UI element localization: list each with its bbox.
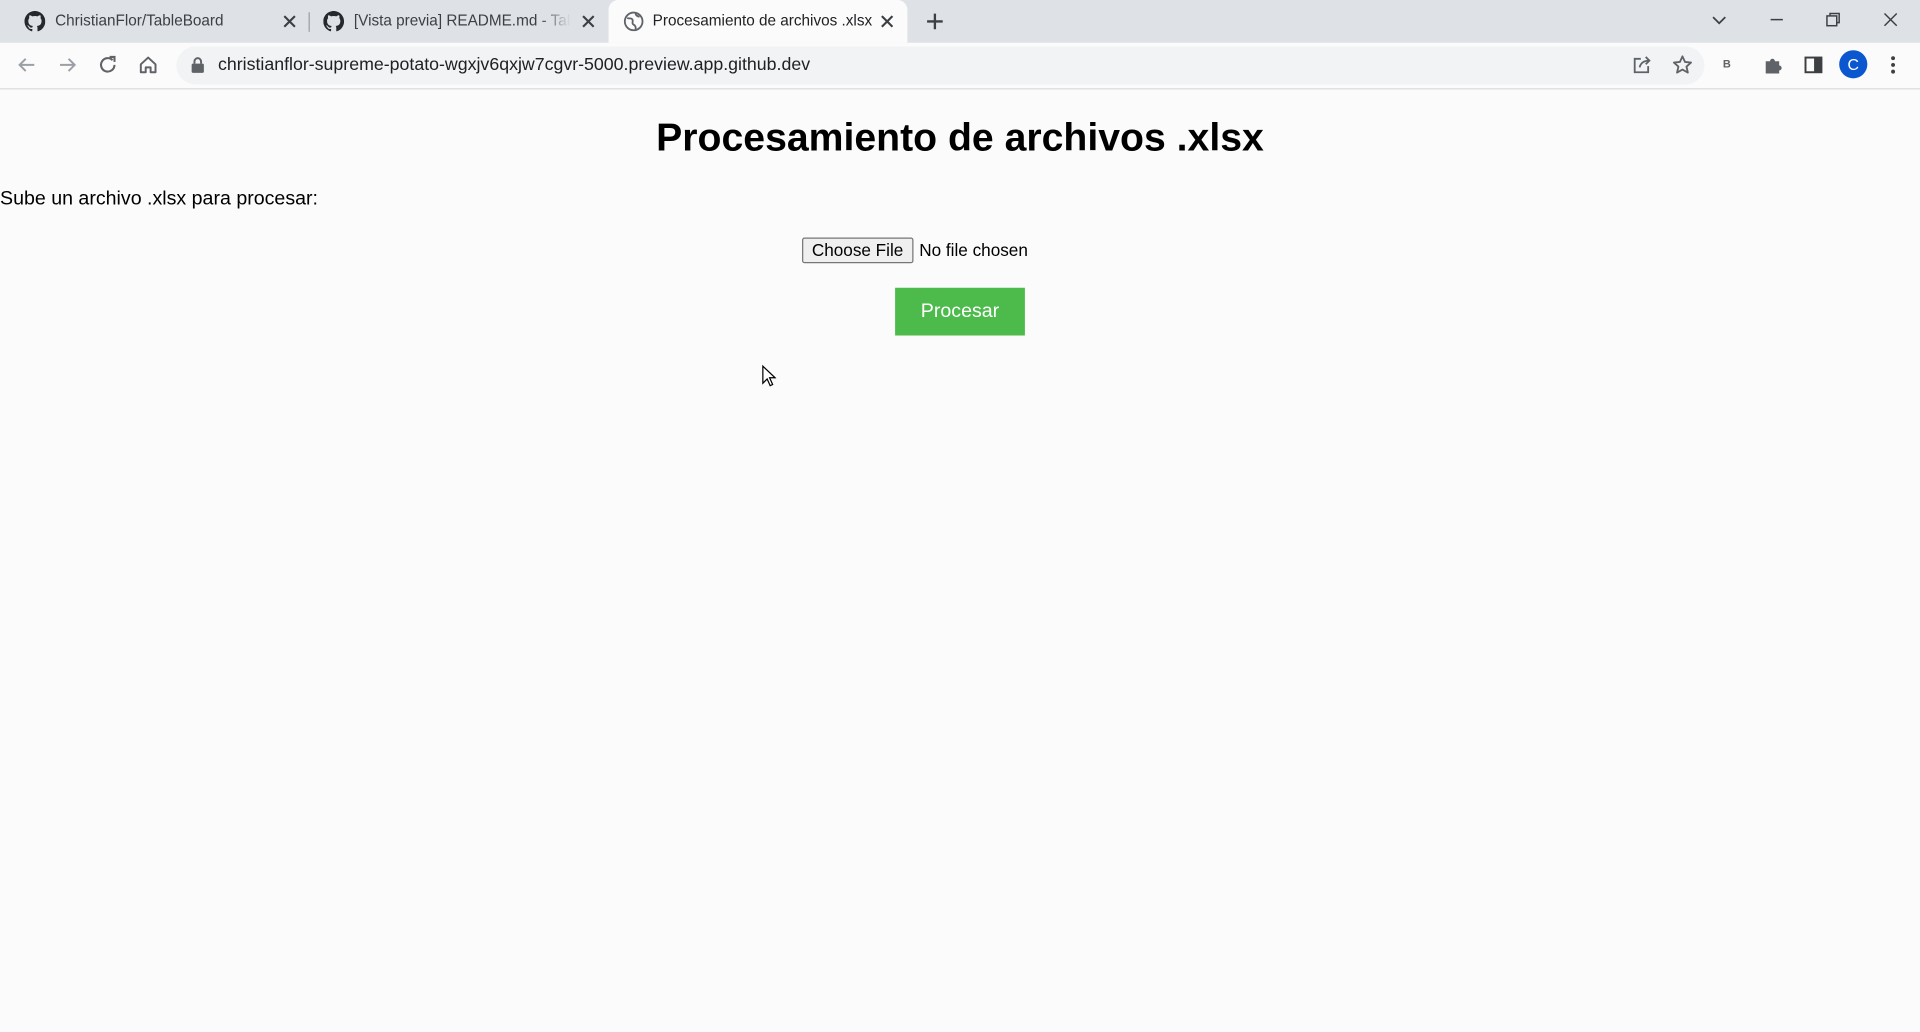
tab-title: Procesamiento de archivos .xlsx xyxy=(652,12,873,30)
tab-search-icon[interactable] xyxy=(1709,10,1729,30)
forward-icon[interactable] xyxy=(56,54,78,76)
menu-kebab-icon[interactable] xyxy=(1882,54,1904,76)
browser-toolbar: christianflor-supreme-potato-wgxjv6qxjw7… xyxy=(0,42,1920,90)
tab-procesamiento-active[interactable]: Procesamiento de archivos .xlsx xyxy=(608,0,908,43)
tab-strip: ChristianFlor/TableBoard [Vista previa] … xyxy=(0,0,1920,43)
extensions-puzzle-icon[interactable] xyxy=(1762,54,1784,76)
upload-prompt: Sube un archivo .xlsx para procesar: xyxy=(0,188,318,210)
github-icon xyxy=(24,11,46,32)
address-bar[interactable]: christianflor-supreme-potato-wgxjv6qxjw7… xyxy=(176,46,1705,85)
github-icon xyxy=(323,11,345,32)
file-status-text: No file chosen xyxy=(919,240,1028,260)
profile-avatar[interactable]: C xyxy=(1839,50,1868,79)
new-tab-icon[interactable] xyxy=(924,11,945,32)
reload-icon[interactable] xyxy=(97,54,119,76)
choose-file-button[interactable]: Choose File xyxy=(802,236,914,263)
page-content: Procesamiento de archivos .xlsx Sube un … xyxy=(0,91,1920,1032)
mouse-cursor-icon xyxy=(762,364,777,387)
home-icon[interactable] xyxy=(137,54,159,76)
minimize-icon[interactable] xyxy=(1767,10,1787,30)
globe-icon xyxy=(623,11,644,32)
tab-github-tableboard[interactable]: ChristianFlor/TableBoard xyxy=(0,0,309,43)
share-icon[interactable] xyxy=(1631,54,1653,76)
url-text: christianflor-supreme-potato-wgxjv6qxjw7… xyxy=(217,55,811,75)
close-tab-icon[interactable] xyxy=(879,13,895,29)
extension-b-icon[interactable]: B xyxy=(1723,58,1731,70)
lock-icon[interactable] xyxy=(190,56,206,73)
close-tab-icon[interactable] xyxy=(580,13,596,29)
tab-title: ChristianFlor/TableBoard xyxy=(55,12,224,30)
back-icon[interactable] xyxy=(16,54,38,76)
page-title: Procesamiento de archivos .xlsx xyxy=(656,115,1264,160)
close-tab-icon[interactable] xyxy=(282,13,298,29)
procesar-button[interactable]: Procesar xyxy=(895,287,1025,336)
side-panel-icon[interactable] xyxy=(1802,54,1824,76)
tab-readme-preview[interactable]: [Vista previa] README.md - Table xyxy=(309,0,608,43)
close-window-icon[interactable] xyxy=(1881,10,1901,30)
tab-title: [Vista previa] README.md - Table xyxy=(353,12,571,30)
restore-icon[interactable] xyxy=(1823,10,1843,30)
bookmark-star-icon[interactable] xyxy=(1671,54,1693,76)
file-input[interactable]: Choose File No file chosen xyxy=(802,236,1028,263)
